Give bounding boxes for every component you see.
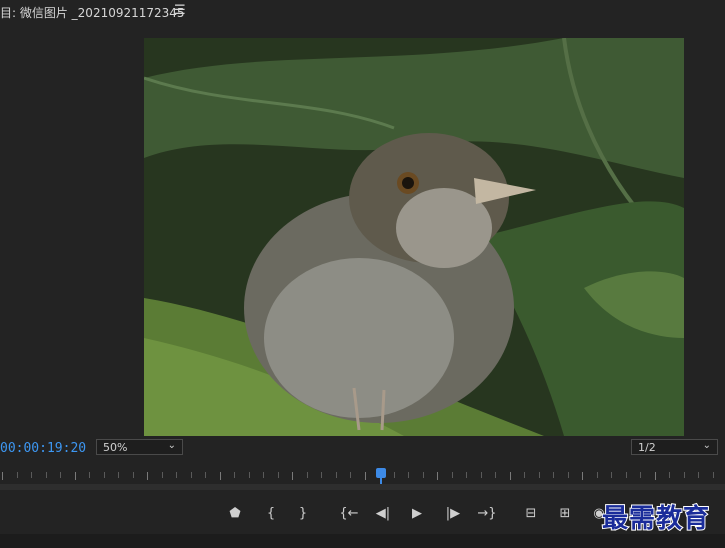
mark-out-button[interactable]: }	[292, 504, 314, 522]
ruler-tick	[553, 472, 554, 478]
ruler-tick	[234, 472, 235, 478]
go-to-in-icon: {←	[339, 505, 359, 521]
ruler-tick	[263, 472, 264, 478]
video-preview	[144, 38, 684, 436]
ruler-tick	[118, 472, 119, 478]
ruler-tick	[698, 472, 699, 478]
ruler-tick	[162, 472, 163, 478]
ruler-tick	[611, 472, 612, 478]
ruler-tick	[2, 472, 3, 480]
ruler-tick	[220, 472, 221, 480]
overwrite-icon: ⊞	[559, 505, 571, 521]
ruler-tick	[481, 472, 482, 478]
ruler-tick	[539, 472, 540, 478]
go-to-out-button[interactable]: →}	[476, 504, 498, 522]
ruler-tick	[510, 472, 511, 480]
step-forward-icon: |▶	[445, 505, 461, 521]
monitor-controls: 00:00:19:20 50% ⌄ 1/2 ⌄	[0, 436, 725, 458]
ruler-tick	[394, 472, 395, 478]
panel-menu-icon[interactable]: ☰	[174, 3, 186, 18]
ruler-tick	[336, 472, 337, 478]
zoom-level-select[interactable]: 50% ⌄	[96, 439, 183, 455]
insert-button[interactable]: ⊟	[520, 504, 542, 522]
play-button[interactable]: ▶	[406, 504, 428, 522]
ruler-tick	[582, 472, 583, 480]
ruler-tick	[191, 472, 192, 478]
ruler-tick	[321, 472, 322, 478]
ruler-tick	[17, 472, 18, 478]
ruler-tick	[307, 472, 308, 478]
bird-image	[144, 38, 684, 436]
ruler-tick	[205, 472, 206, 478]
play-icon: ▶	[412, 505, 422, 521]
ruler-tick	[31, 472, 32, 478]
ruler-tick	[60, 472, 61, 478]
step-back-button[interactable]: ◀|	[372, 504, 394, 522]
panel-title: 目: 微信图片 _20210921172345	[0, 6, 185, 20]
mark-in-icon: {	[266, 505, 276, 521]
ruler-tick	[133, 472, 134, 478]
playhead-timecode[interactable]: 00:00:19:20	[0, 441, 86, 456]
mark-in-button[interactable]: {	[260, 504, 282, 522]
ruler-tick	[350, 472, 351, 478]
ruler-tick	[452, 472, 453, 478]
step-forward-button[interactable]: |▶	[442, 504, 464, 522]
ruler-tick	[423, 472, 424, 478]
go-to-in-button[interactable]: {←	[338, 504, 360, 522]
marker-icon: ⬟	[229, 505, 241, 521]
ruler-tick	[524, 472, 525, 478]
ruler-tick	[597, 472, 598, 478]
ruler-tick	[437, 472, 438, 480]
ruler-tick	[104, 472, 105, 478]
ruler-tick	[292, 472, 293, 480]
watermark-logo: 最需教育	[601, 503, 711, 535]
ruler-tick	[669, 472, 670, 478]
step-back-icon: ◀|	[375, 505, 391, 521]
title-bar: 目: 微信图片 _20210921172345 ☰	[0, 0, 725, 24]
go-to-out-icon: →}	[477, 505, 497, 521]
ruler-tick	[568, 472, 569, 478]
time-ruler[interactable]	[0, 472, 725, 480]
ruler-tick	[147, 472, 148, 480]
ruler-tick	[655, 472, 656, 480]
zoom-scrollbar[interactable]	[0, 484, 725, 490]
ruler-tick	[89, 472, 90, 478]
mark-out-icon: }	[298, 505, 308, 521]
ruler-tick	[75, 472, 76, 480]
ruler-tick	[640, 472, 641, 478]
ruler-tick	[495, 472, 496, 478]
ruler-tick	[684, 472, 685, 478]
ruler-tick	[278, 472, 279, 478]
ruler-tick	[46, 472, 47, 478]
ruler-tick	[365, 472, 366, 480]
overwrite-button[interactable]: ⊞	[554, 504, 576, 522]
playback-resolution-value: 1/2	[638, 441, 656, 454]
zoom-level-value: 50%	[103, 441, 128, 454]
ruler-tick	[249, 472, 250, 478]
timeline-ruler[interactable]	[0, 460, 725, 492]
ruler-tick	[713, 472, 714, 478]
ruler-tick	[466, 472, 467, 478]
add-marker-button[interactable]: ⬟	[224, 504, 246, 522]
panel-footer	[0, 534, 725, 548]
ruler-tick	[626, 472, 627, 478]
ruler-tick	[408, 472, 409, 478]
playhead-handle[interactable]	[376, 468, 386, 478]
insert-icon: ⊟	[525, 505, 537, 521]
playback-resolution-select[interactable]: 1/2 ⌄	[631, 439, 718, 455]
chevron-down-icon: ⌄	[167, 440, 176, 451]
ruler-tick	[176, 472, 177, 478]
chevron-down-icon: ⌄	[702, 440, 711, 451]
